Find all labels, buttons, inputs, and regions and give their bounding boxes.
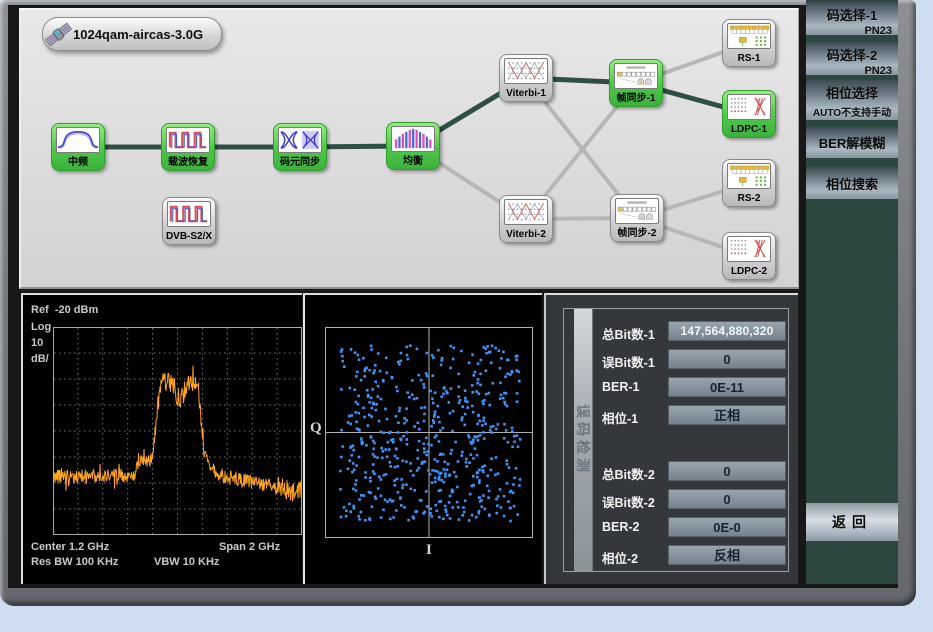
spectrum-db-label: dB/ [31, 353, 49, 365]
error-row-label: BER-1 [602, 380, 640, 394]
flow-node-label: Viterbi-2 [500, 229, 552, 240]
flow-node-symsync[interactable]: 码元同步 [273, 123, 327, 171]
flow-node-label: 帧同步-1 [610, 89, 662, 104]
spectrum-10-label: 10 [31, 337, 43, 349]
ber-deambiguity-button[interactable]: BER解模糊 [806, 127, 898, 158]
error-row-label: 误Bit数-2 [602, 492, 655, 511]
flow-node-fs1[interactable]: 帧同步-1 [609, 59, 663, 107]
flow-node-dvb[interactable]: DVB-S2/X [162, 197, 216, 245]
squarewave-icon [166, 127, 210, 153]
flow-node-label: 码元同步 [274, 153, 326, 168]
flow-node-label: DVB-S2/X [163, 231, 215, 242]
flow-node-label: 均衡 [387, 152, 439, 167]
flow-node-vit1[interactable]: Viterbi-1 [499, 54, 553, 102]
flow-node-label: RS-1 [723, 53, 775, 64]
spectrum-span-label: Span 2 GHz [219, 541, 280, 553]
error-row-value: 0 [668, 489, 786, 509]
error-row-value: 0E-11 [668, 377, 786, 397]
error-row-value: 147,564,880,320 [668, 321, 786, 341]
error-row-value: 0 [668, 461, 786, 481]
error-row: 总Bit数-1 147,564,880,320 [564, 321, 788, 341]
flow-node-carrier[interactable]: 载波恢复 [161, 123, 215, 171]
error-box: 误码检测 总Bit数-1147,564,880,320误Bit数-10BER-1… [563, 308, 789, 572]
error-row-value: 反相 [668, 545, 786, 565]
error-row: BER-2 0E-0 [564, 517, 788, 537]
error-row-value: 正相 [668, 405, 786, 425]
phase-select-button[interactable]: 相位选择 AUTO不支持手动 [806, 80, 898, 120]
error-row: BER-1 0E-11 [564, 377, 788, 397]
flow-node-ldpc2[interactable]: LDPC-2 [722, 232, 776, 280]
rs-icon [727, 163, 771, 189]
spectrum-resbw-label: Res BW 100 KHz [31, 556, 118, 568]
ldpc-icon [727, 94, 771, 120]
error-row-label: BER-2 [602, 520, 640, 534]
frame-icon [614, 63, 658, 89]
flow-node-fs2[interactable]: 帧同步-2 [610, 194, 664, 242]
error-row-value: 0E-0 [668, 517, 786, 537]
error-row: 误Bit数-1 0 [564, 349, 788, 369]
error-row-label: 相位-2 [602, 548, 638, 567]
error-row-value: 0 [668, 349, 786, 369]
flow-node-rs1[interactable]: RS-1 [722, 19, 776, 67]
flow-node-label: 帧同步-2 [611, 224, 663, 239]
constellation-panel: Q I [303, 293, 542, 584]
flow-node-label: LDPC-2 [723, 266, 775, 277]
trellis-icon [504, 58, 548, 84]
error-row: 相位-1 正相 [564, 405, 788, 425]
error-detection-panel: 误码检测 总Bit数-1147,564,880,320误Bit数-10BER-1… [544, 293, 798, 584]
flow-node-label: 载波恢复 [162, 153, 214, 168]
flow-node-ldpc1[interactable]: LDPC-1 [722, 90, 776, 138]
signal-title-label: 1024qam-aircas-3.0G [73, 27, 203, 42]
flow-node-label: 中频 [52, 153, 104, 168]
back-button[interactable]: 返回 [806, 503, 898, 541]
flow-node-eq[interactable]: 均衡 [386, 122, 440, 170]
phase-search-button[interactable]: 相位搜索 [806, 167, 898, 199]
spectrum-plot [53, 327, 302, 535]
spectrum-panel: Ref -20 dBm Log 10 dB/ Center 1.2 GHz Sp… [21, 293, 302, 584]
trellis-icon [504, 199, 548, 225]
code-select-2-button[interactable]: 码选择-2 PN23 [806, 42, 898, 75]
satellite-icon [45, 21, 72, 53]
flow-node-if[interactable]: 中频 [51, 123, 105, 171]
rs-icon [727, 23, 771, 49]
squarewave-icon [167, 201, 211, 227]
flow-node-label: LDPC-1 [723, 124, 775, 135]
constellation-plot [325, 327, 533, 538]
flow-node-vit2[interactable]: Viterbi-2 [499, 195, 553, 243]
i-axis-label: I [426, 542, 432, 559]
flow-node-label: Viterbi-1 [500, 88, 552, 99]
error-row-label: 误Bit数-1 [602, 352, 655, 371]
spectrum-vbw-label: VBW 10 KHz [154, 556, 219, 568]
code-select-1-button[interactable]: 码选择-1 PN23 [806, 2, 898, 35]
error-row-label: 总Bit数-1 [602, 324, 655, 343]
sidebar-panel: 码选择-1 PN23 码选择-2 PN23 相位选择 AUTO不支持手动 BER… [806, 0, 898, 584]
eye-diagram-icon [278, 127, 322, 153]
equalizer-icon [391, 126, 435, 152]
spectrum-icon [56, 127, 100, 153]
error-row: 相位-2 反相 [564, 545, 788, 565]
spectrum-ref-label: Ref -20 dBm [31, 304, 98, 316]
error-row-label: 总Bit数-2 [602, 464, 655, 483]
flow-diagram-panel: 1024qam-aircas-3.0G 中频 载波恢复 码元同步 DVB-S2/X 均衡… [19, 8, 799, 289]
q-axis-label: Q [310, 420, 322, 437]
spectrum-log-label: Log [31, 321, 51, 333]
spectrum-center-label: Center 1.2 GHz [31, 541, 109, 553]
error-row: 误Bit数-2 0 [564, 489, 788, 509]
ldpc-icon [727, 236, 771, 262]
error-row: 总Bit数-2 0 [564, 461, 788, 481]
signal-title-button[interactable]: 1024qam-aircas-3.0G [42, 17, 222, 51]
flow-node-rs2[interactable]: RS-2 [722, 159, 776, 207]
error-row-label: 相位-1 [602, 408, 638, 427]
flow-node-label: RS-2 [723, 193, 775, 204]
frame-icon [615, 198, 659, 224]
